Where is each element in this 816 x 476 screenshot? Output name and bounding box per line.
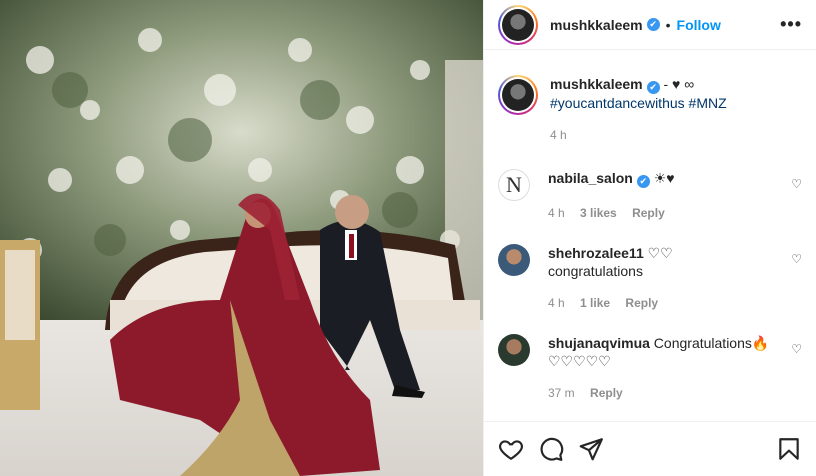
reply-button[interactable]: Reply — [625, 296, 658, 310]
more-options-icon[interactable]: ••• — [780, 14, 802, 35]
comment-like-heart-icon[interactable]: ♡ — [791, 177, 802, 191]
caption-username[interactable]: mushkkaleem — [550, 76, 643, 92]
verified-badge-icon: ✔ — [636, 175, 650, 188]
reply-button[interactable]: Reply — [590, 386, 623, 400]
comment-icon[interactable] — [538, 436, 564, 462]
comment-username[interactable]: nabila_salon — [548, 170, 633, 186]
comment-item: shehrozalee11 ♡♡ congratulations 4 h 1 l… — [498, 244, 802, 312]
comment-time: 37 m — [548, 386, 575, 400]
post-photo[interactable] — [0, 0, 483, 476]
action-bar — [484, 421, 816, 476]
comment-likes[interactable]: 1 like — [580, 296, 610, 310]
comment-item: shujanaqvimua Congratulations🔥 ♡♡♡♡♡ 37 … — [498, 334, 802, 402]
header-separator: • — [665, 16, 671, 33]
follow-button[interactable]: Follow — [677, 17, 721, 33]
comment-avatar[interactable] — [498, 334, 530, 366]
caption: mushkkaleem ✔ - ♥ ∞ #youcantdancewithus #… — [498, 75, 802, 144]
share-icon[interactable] — [578, 436, 604, 462]
heart-icon[interactable] — [498, 436, 524, 462]
comment-like-heart-icon[interactable]: ♡ — [791, 342, 802, 356]
comment-text-line2: ♡♡♡♡♡ — [548, 353, 611, 369]
post-side-panel: mushkkaleem ✔ • Follow ••• mushkkaleem ✔ … — [483, 0, 816, 476]
comment-username[interactable]: shehrozalee11 — [548, 245, 644, 261]
wedding-photo-image — [0, 0, 483, 476]
caption-hashtags[interactable]: #youcantdancewithus #MNZ — [550, 94, 780, 112]
comment-time: 4 h — [548, 206, 565, 220]
author-avatar[interactable] — [498, 4, 538, 45]
author-username[interactable]: mushkkaleem — [550, 17, 643, 33]
bookmark-icon[interactable] — [776, 436, 802, 462]
post-header: mushkkaleem ✔ • Follow ••• — [484, 0, 816, 50]
comment-likes[interactable]: 3 likes — [580, 206, 617, 220]
reply-button[interactable]: Reply — [632, 206, 665, 220]
caption-avatar[interactable] — [498, 75, 538, 115]
caption-text: - ♥ ∞ — [659, 76, 695, 92]
comment-text: ♡♡ — [643, 245, 673, 261]
comment-like-heart-icon[interactable]: ♡ — [791, 252, 802, 266]
comment-item: N nabila_salon ✔ ☀♥ 4 h 3 likes Reply ♡ — [498, 169, 802, 222]
comment-text: ☀♥ — [649, 170, 675, 186]
comment-username[interactable]: shujanaqvimua — [548, 335, 650, 351]
comments-list[interactable]: mushkkaleem ✔ - ♥ ∞ #youcantdancewithus #… — [484, 50, 816, 421]
comment-time: 4 h — [548, 296, 565, 310]
comment-avatar[interactable]: N — [498, 169, 530, 201]
comment-avatar[interactable] — [498, 244, 530, 276]
verified-badge-icon: ✔ — [646, 81, 660, 94]
comment-text-line2: congratulations — [548, 263, 643, 279]
verified-badge-icon: ✔ — [646, 18, 660, 31]
comment-text: Congratulations🔥 — [649, 335, 770, 351]
caption-time: 4 h — [550, 128, 567, 142]
